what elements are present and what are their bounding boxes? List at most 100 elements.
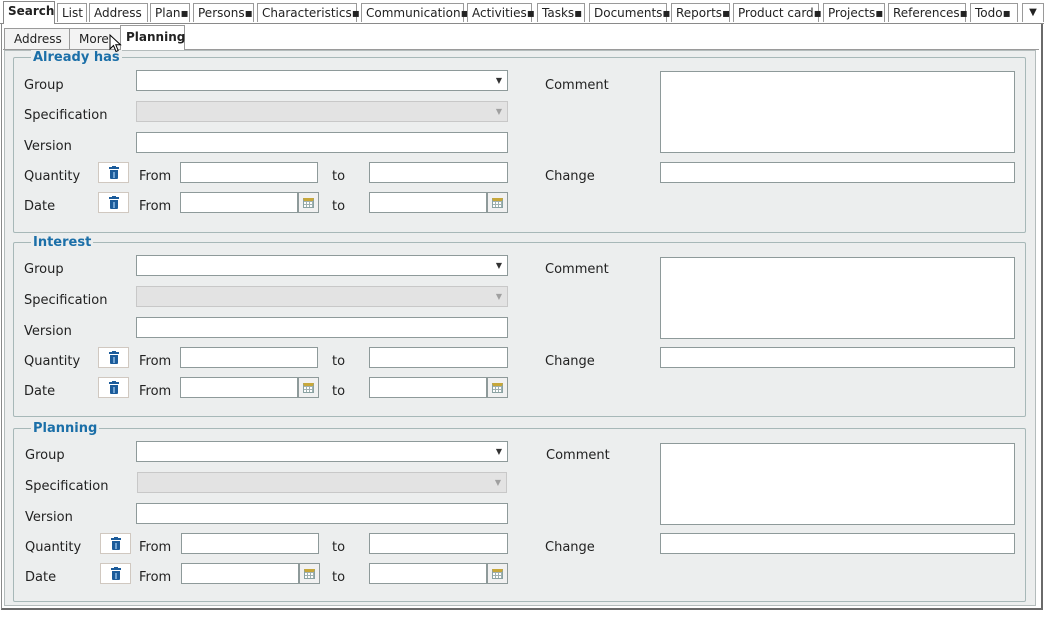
date-to-input[interactable]	[369, 563, 487, 584]
from-label: From	[139, 384, 172, 399]
tab-search-label: Search	[8, 4, 55, 18]
tab-documents-label: Documents▪	[594, 6, 671, 20]
date-from-calendar-button[interactable]	[298, 192, 319, 213]
group-label: Group	[24, 78, 64, 93]
quantity-label: Quantity	[24, 169, 81, 184]
change-input[interactable]	[660, 162, 1015, 183]
to-label: to	[332, 384, 346, 399]
specification-label: Specification	[25, 479, 109, 494]
quantity-to-input[interactable]	[369, 347, 508, 368]
tab-address[interactable]: Address	[89, 3, 148, 22]
specification-select: ▼	[136, 286, 508, 307]
tab-product-card[interactable]: Product card▪	[733, 3, 822, 22]
chevron-down-icon[interactable]: ▼	[491, 256, 507, 275]
planning-panel: Already has Group ▼ Specification ▼ Vers…	[4, 50, 1036, 606]
comment-textarea[interactable]	[660, 257, 1015, 339]
from-label: From	[139, 570, 172, 585]
tab-todo[interactable]: Todo▪	[970, 3, 1018, 22]
clear-quantity-button[interactable]	[98, 162, 129, 183]
clear-date-button[interactable]	[98, 192, 129, 213]
mouse-cursor-icon	[109, 34, 122, 53]
to-label: to	[332, 199, 346, 214]
tab-overflow-button[interactable]: ▼	[1022, 3, 1044, 22]
date-label: Date	[25, 570, 57, 585]
quantity-from-input[interactable]	[180, 162, 318, 183]
date-to-calendar-button[interactable]	[487, 377, 508, 398]
date-from-input[interactable]	[181, 563, 299, 584]
tab-todo-label: Todo▪	[975, 6, 1011, 20]
quantity-from-input[interactable]	[180, 347, 318, 368]
group-select[interactable]: ▼	[136, 255, 508, 276]
tab-search[interactable]: Search	[3, 1, 55, 24]
section-title: Interest	[31, 235, 94, 250]
section-interest: Interest Group ▼ Specification ▼ Version…	[13, 235, 1026, 417]
quantity-to-input[interactable]	[369, 162, 508, 183]
date-from-input[interactable]	[180, 192, 298, 213]
date-to-calendar-button[interactable]	[487, 192, 508, 213]
calendar-icon	[492, 568, 503, 579]
tab-characteristics[interactable]: Characteristics▪	[257, 3, 360, 22]
date-label: Date	[24, 384, 56, 399]
trash-icon	[108, 351, 119, 364]
tab-product-card-label: Product card▪	[738, 6, 822, 20]
calendar-icon	[492, 382, 503, 393]
group-select[interactable]: ▼	[136, 70, 508, 91]
tab-persons-label: Persons▪	[198, 6, 253, 20]
subtab-address[interactable]: Address	[4, 28, 70, 49]
tab-tasks[interactable]: Tasks▪	[537, 3, 585, 22]
tab-persons[interactable]: Persons▪	[193, 3, 254, 22]
tab-reports[interactable]: Reports▪	[671, 3, 730, 22]
tab-list[interactable]: List	[57, 3, 87, 22]
chevron-down-icon[interactable]: ▼	[491, 71, 507, 90]
clear-quantity-button[interactable]	[100, 533, 131, 554]
specification-label: Specification	[24, 293, 108, 308]
subtab-more-label: More	[79, 32, 109, 46]
tab-references-label: References▪	[893, 6, 968, 20]
comment-textarea[interactable]	[660, 443, 1015, 525]
quantity-label: Quantity	[25, 540, 82, 555]
tab-plan-label: Plan▪	[155, 6, 189, 20]
tab-tasks-label: Tasks▪	[542, 6, 583, 20]
tab-reports-label: Reports▪	[676, 6, 731, 20]
quantity-from-input[interactable]	[181, 533, 319, 554]
change-label: Change	[545, 169, 595, 184]
group-select[interactable]: ▼	[136, 441, 508, 462]
section-title: Already has	[31, 50, 122, 65]
change-label: Change	[545, 540, 595, 555]
clear-quantity-button[interactable]	[98, 347, 129, 368]
chevron-down-icon[interactable]: ▼	[491, 442, 507, 461]
version-input[interactable]	[136, 317, 508, 338]
tab-activities[interactable]: Activities▪	[467, 3, 535, 22]
chevron-down-icon: ▼	[495, 292, 503, 301]
version-label: Version	[25, 510, 73, 525]
change-input[interactable]	[660, 533, 1015, 554]
from-label: From	[139, 199, 172, 214]
comment-label: Comment	[545, 262, 609, 277]
change-input[interactable]	[660, 347, 1015, 368]
tab-documents[interactable]: Documents▪	[589, 3, 671, 22]
trash-icon	[110, 567, 121, 580]
comment-label: Comment	[546, 448, 610, 463]
date-from-input[interactable]	[180, 377, 298, 398]
date-to-input[interactable]	[369, 377, 487, 398]
tab-projects[interactable]: Projects▪	[823, 3, 885, 22]
date-to-calendar-button[interactable]	[487, 563, 508, 584]
chevron-down-icon: ▼	[1029, 7, 1037, 18]
version-input[interactable]	[136, 132, 508, 153]
clear-date-button[interactable]	[98, 377, 129, 398]
trash-icon	[108, 381, 119, 394]
tab-plan[interactable]: Plan▪	[150, 3, 190, 22]
clear-date-button[interactable]	[100, 563, 131, 584]
comment-textarea[interactable]	[660, 71, 1015, 153]
tab-communication[interactable]: Communication▪	[361, 3, 469, 22]
date-to-input[interactable]	[369, 192, 487, 213]
trash-icon	[108, 166, 119, 179]
from-label: From	[139, 540, 172, 555]
tab-references[interactable]: References▪	[888, 3, 968, 22]
date-from-calendar-button[interactable]	[299, 563, 320, 584]
date-from-calendar-button[interactable]	[298, 377, 319, 398]
version-input[interactable]	[136, 503, 508, 524]
subtab-planning[interactable]: Planning	[120, 25, 185, 50]
version-label: Version	[24, 139, 72, 154]
quantity-to-input[interactable]	[369, 533, 508, 554]
